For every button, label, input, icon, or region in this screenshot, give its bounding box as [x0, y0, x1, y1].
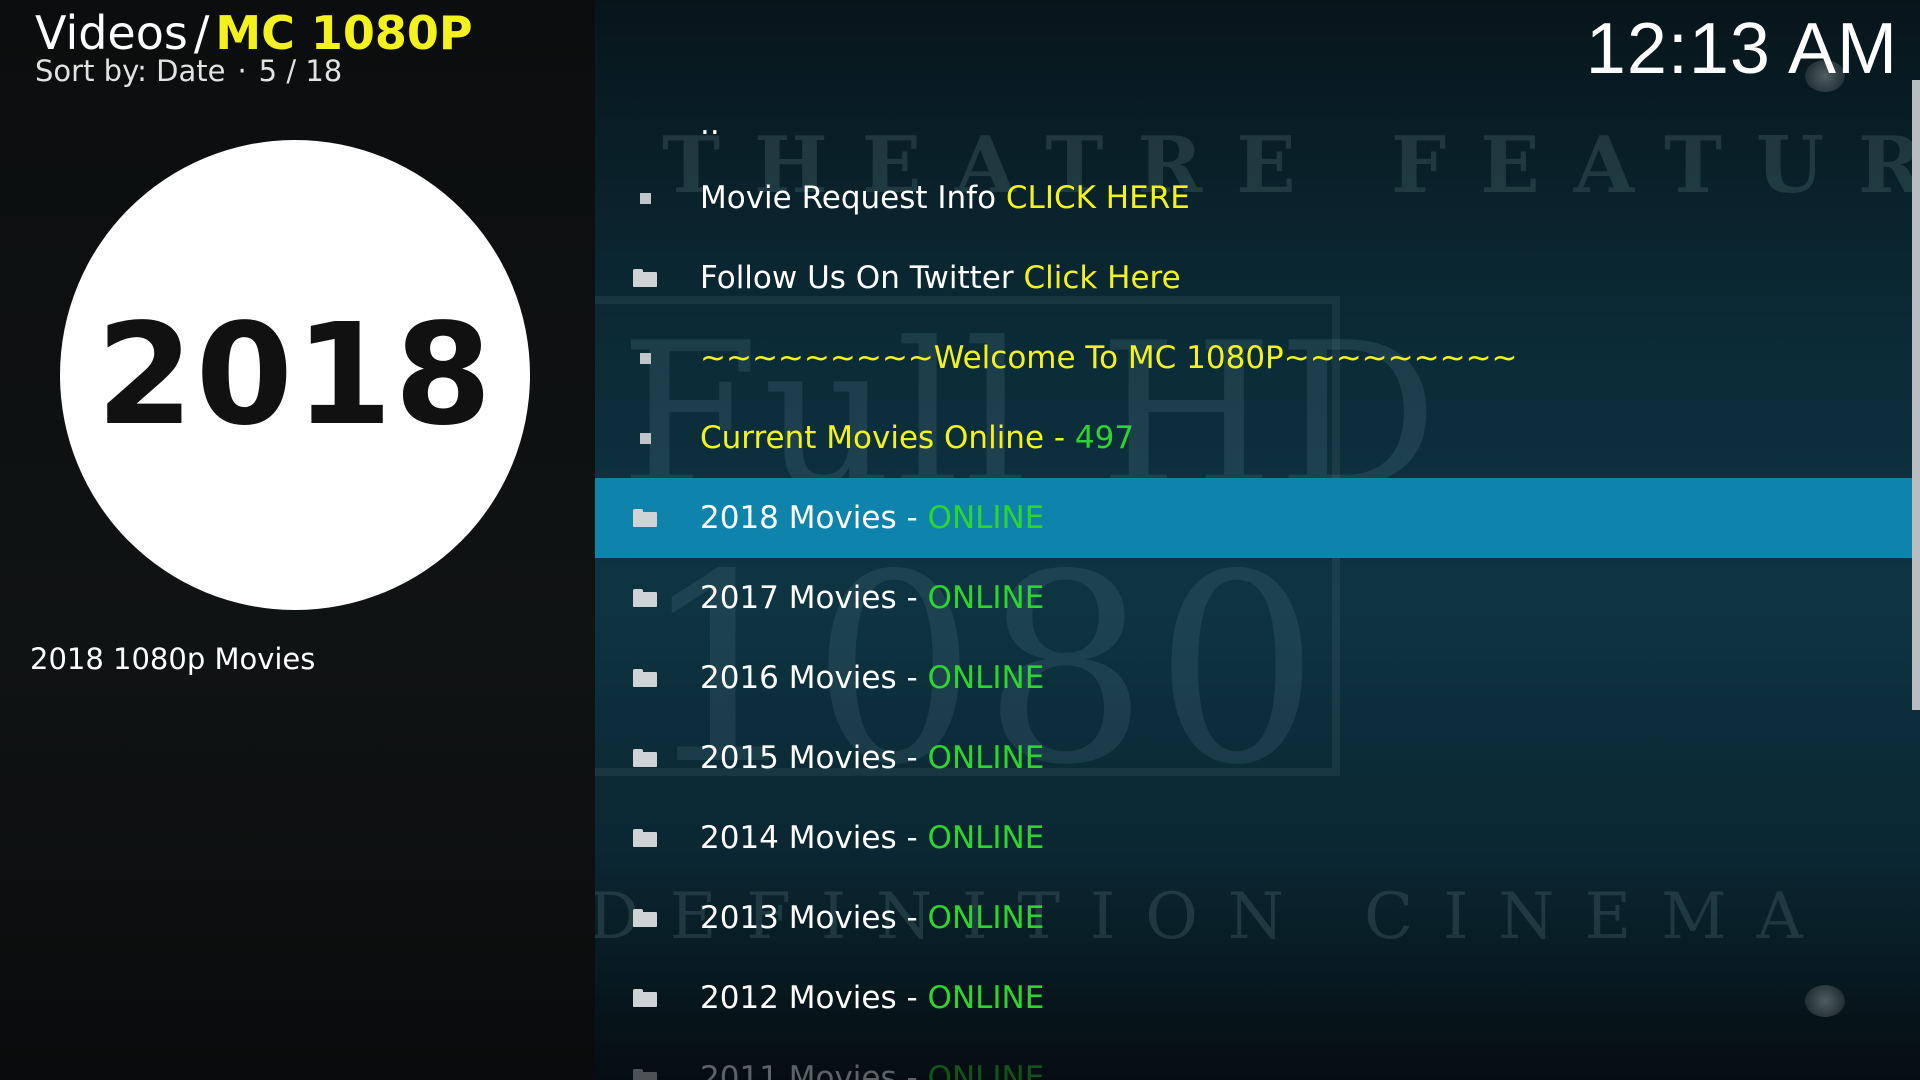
sort-dot: · [237, 54, 247, 88]
list-item-suffix: ONLINE [927, 740, 1045, 776]
folder-icon [633, 269, 657, 287]
breadcrumb-section: Videos [35, 6, 188, 60]
list-item-suffix: CLICK HERE [1005, 180, 1190, 216]
clock: 12:13 AM [1585, 9, 1898, 89]
list-item-label: 2016 Movies - ONLINE [700, 660, 1045, 696]
list-item[interactable]: 2014 Movies - ONLINE [595, 798, 1915, 878]
list-item[interactable]: 2015 Movies - ONLINE [595, 718, 1915, 798]
breadcrumb-separator: / [193, 6, 210, 60]
list-item-suffix: ONLINE [927, 820, 1045, 856]
list-item-suffix: ONLINE [927, 660, 1045, 696]
item-position: 5 / 18 [258, 54, 343, 88]
folder-icon [633, 989, 657, 1007]
file-list: .. Movie Request Info CLICK HERE Follow … [595, 92, 1915, 1080]
list-item-label: 2011 Movies - ONLINE [700, 1060, 1044, 1080]
list-item-suffix: ONLINE [927, 1060, 1045, 1080]
list-item-label: 2012 Movies - ONLINE [700, 980, 1045, 1016]
list-item-label: 2017 Movies - ONLINE [700, 580, 1045, 616]
list-scrollbar[interactable] [1912, 80, 1920, 710]
list-item[interactable]: 2016 Movies - ONLINE [595, 638, 1915, 718]
file-icon [640, 432, 651, 444]
sort-info: Sort by: Date · 5 / 18 [35, 54, 342, 88]
list-item[interactable]: 2013 Movies - ONLINE [595, 878, 1915, 958]
list-item-parent[interactable]: .. [595, 92, 1915, 158]
list-item-label: 2018 Movies - ONLINE [700, 500, 1045, 536]
folder-icon [633, 749, 657, 767]
folder-icon [633, 669, 657, 687]
list-item-label: 2014 Movies - ONLINE [700, 820, 1045, 856]
list-item[interactable]: Current Movies Online - 497 [595, 398, 1915, 478]
folder-icon [633, 589, 657, 607]
list-item-label: Movie Request Info CLICK HERE [700, 180, 1190, 216]
list-item-suffix: ONLINE [927, 580, 1045, 616]
folder-icon [633, 1069, 657, 1080]
file-icon [640, 192, 651, 204]
list-item-label: Follow Us On Twitter Click Here [700, 260, 1181, 296]
list-item-label: .. [700, 106, 720, 142]
item-thumbnail: 2018 [60, 140, 530, 610]
list-item[interactable]: ~~~~~~~~~Welcome To MC 1080P~~~~~~~~~ [595, 318, 1915, 398]
list-item[interactable]: Follow Us On Twitter Click Here [595, 238, 1915, 318]
breadcrumb: Videos / MC 1080P [35, 6, 473, 60]
list-item-selected[interactable]: 2018 Movies - ONLINE [595, 478, 1915, 558]
list-item-suffix: Click Here [1023, 260, 1181, 296]
list-item-label: 2015 Movies - ONLINE [700, 740, 1045, 776]
list-item[interactable]: Movie Request Info CLICK HERE [595, 158, 1915, 238]
list-item-label: Current Movies Online - 497 [700, 420, 1135, 456]
file-icon [640, 352, 651, 364]
kodi-window: IS THEATRE FEATURES Full HD 1080 HIGH DE… [0, 0, 1920, 1080]
thumbnail-text: 2018 [96, 293, 494, 457]
list-item-suffix: 497 [1074, 420, 1135, 456]
info-panel: Videos / MC 1080P Sort by: Date · 5 / 18 201… [0, 0, 595, 1080]
folder-icon [633, 829, 657, 847]
list-item[interactable]: 2017 Movies - ONLINE [595, 558, 1915, 638]
selected-item-label: 2018 1080p Movies [30, 642, 316, 676]
list-item[interactable]: 2011 Movies - ONLINE [595, 1038, 1915, 1080]
list-item-label: 2013 Movies - ONLINE [700, 900, 1045, 936]
list-item-label: ~~~~~~~~~Welcome To MC 1080P~~~~~~~~~ [700, 340, 1518, 376]
list-item[interactable]: 2012 Movies - ONLINE [595, 958, 1915, 1038]
folder-icon [633, 509, 657, 527]
breadcrumb-current: MC 1080P [215, 6, 473, 60]
list-item-suffix: ONLINE [927, 980, 1045, 1016]
list-item-suffix: ONLINE [927, 900, 1045, 936]
folder-icon [633, 909, 657, 927]
sort-label: Sort by: Date [35, 54, 226, 88]
list-item-suffix: ONLINE [927, 500, 1045, 536]
